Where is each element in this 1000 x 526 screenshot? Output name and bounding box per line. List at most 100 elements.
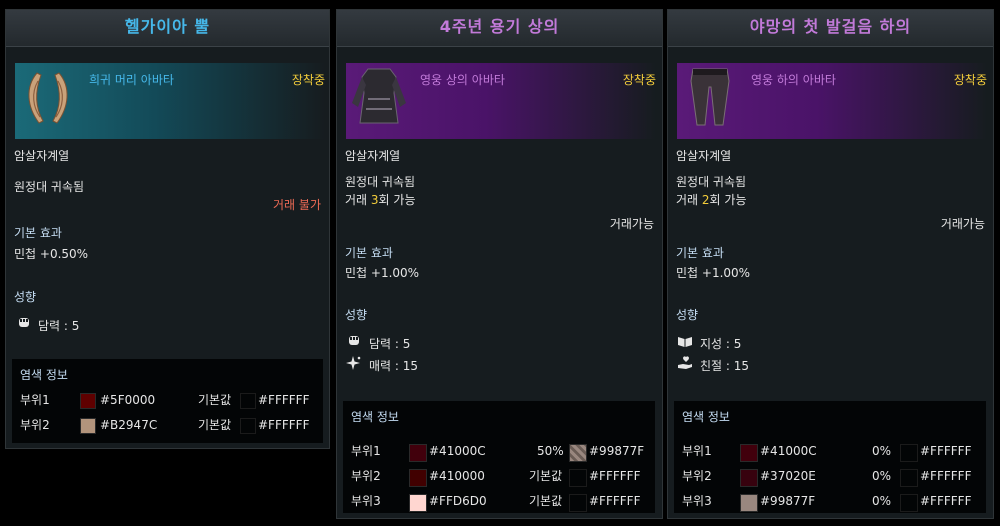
fist-icon [19,318,29,327]
dye-row: 부위2 #B2947C 기본값 #FFFFFF [12,415,323,435]
dye-default-label: 0% [872,444,892,458]
item-title: 헬가이아 뿔 [6,10,329,47]
dye-default-label: 0% [872,469,892,483]
dye-default-swatch [900,494,918,512]
dye-color-swatch[interactable] [409,444,427,462]
dye-default-label: 50% [537,444,564,458]
bound-status: 원정대 귀속됨 [676,175,747,189]
item-title: 야망의 첫 발걸음 하의 [668,10,993,47]
dye-part-label: 부위1 [20,393,50,407]
dye-row: 부위2 #410000 기본값 #FFFFFF [343,466,655,487]
basic-effect-header: 기본 효과 [14,226,62,240]
tendency-value: 매력 : 15 [369,359,419,373]
tendency-value: 담력 : 5 [38,319,80,333]
dye-default-code: #FFFFFF [920,444,972,458]
dye-row: 부위3 #99877F 0% #FFFFFF [674,491,986,512]
basic-effect-value: 민첩 +1.00% [676,266,751,280]
equipped-label: 장착중 [622,73,656,87]
item-banner: 영웅 하의 아바타 장착중 [677,63,987,139]
basic-effect-header: 기본 효과 [345,246,393,260]
dye-color-code: #37020E [760,469,816,483]
dye-default-label: 0% [872,494,892,508]
dye-default-label: 기본값 [529,469,563,483]
job-class: 암살자계열 [345,149,401,163]
dye-default-label: 기본값 [198,393,232,407]
dye-info-header: 염색 정보 [351,410,399,424]
horn-icon [28,72,68,124]
dye-part-label: 부위2 [682,469,712,483]
dye-color-swatch[interactable] [409,469,427,487]
sparkle-icon [346,356,361,370]
dye-default-code: #99877F [589,444,645,458]
dye-info-panel: 염색 정보 부위1 #41000C 0% #FFFFFF 부위2 #37020E… [674,401,986,513]
dye-part-label: 부위2 [20,418,50,432]
item-title: 4주년 용기 상의 [337,10,662,47]
dye-pattern-swatch[interactable] [569,444,587,462]
item-banner: 희귀 머리 아바타 장착중 [15,63,325,139]
tendency-header: 성향 [14,290,37,304]
item-tooltip-bottom: 야망의 첫 발걸음 하의 영웅 하의 아바타 장착중 암살자계열 원정대 귀속됨… [667,9,994,519]
tradable-status: 거래가능 [940,217,985,231]
trade-status: 거래 불가 [273,198,321,212]
dye-part-label: 부위2 [351,469,381,483]
bound-status: 원정대 귀속됨 [345,175,416,189]
dye-color-code: #FFD6D0 [429,494,487,508]
tendency-header: 성향 [676,308,699,322]
dye-row: 부위1 #41000C 50% #99877F [343,441,655,462]
dye-color-swatch[interactable] [740,494,758,512]
fist-icon [349,336,359,345]
dye-part-label: 부위1 [351,444,381,458]
trade-count: 거래 3회 가능 [345,193,416,207]
dye-color-swatch[interactable] [80,418,96,434]
dye-part-label: 부위3 [682,494,712,508]
dye-color-code: #410000 [429,469,485,483]
dye-row: 부위3 #FFD6D0 기본값 #FFFFFF [343,491,655,512]
dye-color-swatch[interactable] [409,494,427,512]
equipped-label: 장착중 [953,73,987,87]
equipped-label: 장착중 [291,73,325,87]
dye-part-label: 부위3 [351,494,381,508]
trade-count: 거래 2회 가능 [676,193,747,207]
dye-color-swatch[interactable] [740,469,758,487]
item-tooltip-top: 4주년 용기 상의 영웅 상의 아바타 장착중 암살자계열 원정대 귀속됨 거래… [336,9,663,519]
dye-info-header: 염색 정보 [20,368,68,382]
dye-row: 부위2 #37020E 0% #FFFFFF [674,466,986,487]
basic-effect-value: 민첩 +1.00% [345,266,420,280]
dye-default-code: #FFFFFF [258,393,310,407]
item-type: 영웅 하의 아바타 [751,73,836,87]
dye-row: 부위1 #5F0000 기본값 #FFFFFF [12,390,323,410]
tendency-header: 성향 [345,308,368,322]
dye-color-swatch[interactable] [740,444,758,462]
dye-default-swatch [900,444,918,462]
job-class: 암살자계열 [14,149,70,163]
tradable-status: 거래가능 [609,217,654,231]
tendency-value: 친절 : 15 [700,359,750,373]
basic-effect-header: 기본 효과 [676,246,724,260]
dye-default-swatch [569,494,587,512]
dye-color-code: #99877F [760,494,816,508]
dye-part-label: 부위1 [682,444,712,458]
dye-default-label: 기본값 [529,494,563,508]
tendency-value: 담력 : 5 [369,337,411,351]
dye-color-code: #41000C [760,444,817,458]
dye-row: 부위1 #41000C 0% #FFFFFF [674,441,986,462]
bound-status: 원정대 귀속됨 [14,180,85,194]
item-type: 희귀 머리 아바타 [89,73,174,87]
bottom-armor-icon [690,68,730,126]
dye-info-panel: 염색 정보 부위1 #41000C 50% #99877F 부위2 #41000… [343,401,655,513]
heart-hand-icon [678,356,692,369]
dye-default-label: 기본값 [198,418,232,432]
dye-default-code: #FFFFFF [920,469,972,483]
dye-info-header: 염색 정보 [682,410,730,424]
dye-default-code: #FFFFFF [258,418,310,432]
item-tooltip-horns: 헬가이아 뿔 희귀 머리 아바타 장착중 암살자계열 원정대 귀속됨 거래 불가… [5,9,330,449]
dye-color-code: #B2947C [100,418,158,432]
dye-default-code: #FFFFFF [589,494,641,508]
dye-default-code: #FFFFFF [589,469,641,483]
dye-default-swatch [569,469,587,487]
tendency-value: 지성 : 5 [700,337,742,351]
item-type: 영웅 상의 아바타 [420,73,505,87]
dye-info-panel: 염색 정보 부위1 #5F0000 기본값 #FFFFFF 부위2 #B2947… [12,359,323,443]
dye-color-swatch[interactable] [80,393,96,409]
basic-effect-value: 민첩 +0.50% [14,247,89,261]
